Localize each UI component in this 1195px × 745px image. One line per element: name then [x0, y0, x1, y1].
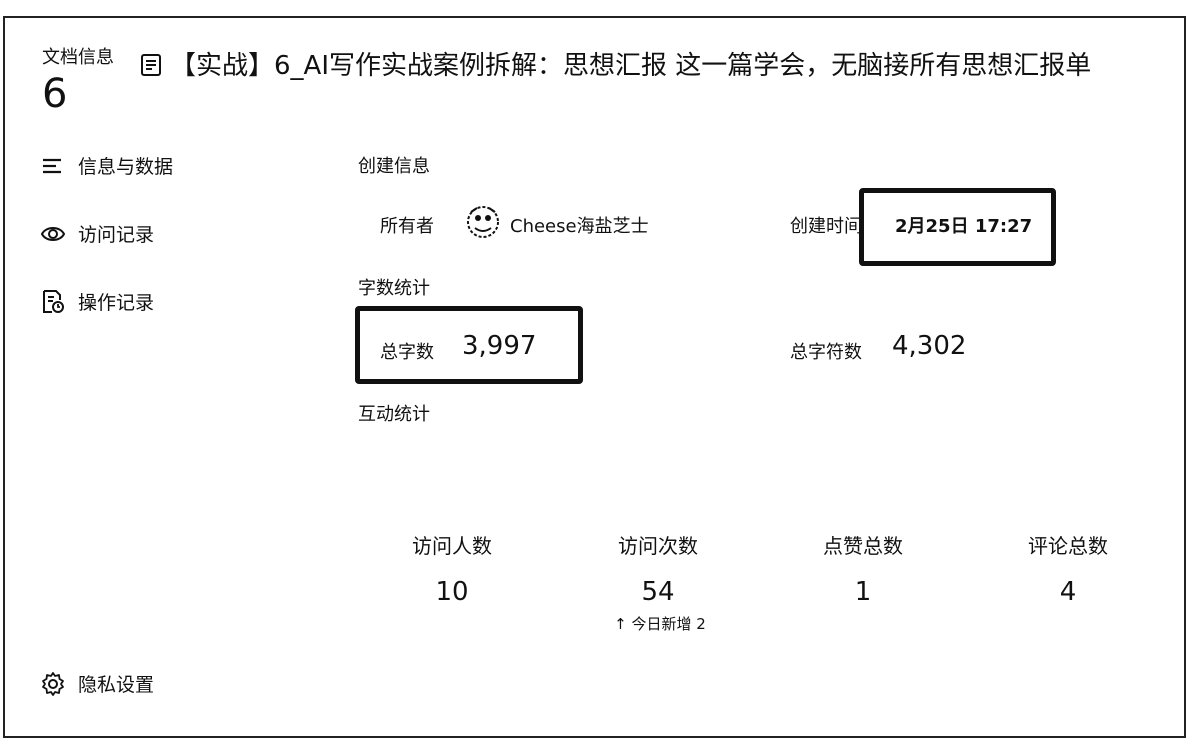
stat-total-likes: 点赞总数 1: [773, 530, 953, 607]
document-title: 【实战】6_AI写作实战案例拆解：思想汇报 这一篇学会，无脑接所有思想汇报单: [170, 51, 1092, 81]
owner-label: 所有者: [380, 216, 434, 237]
stat-value: 4: [1059, 577, 1077, 607]
created-time-label: 创建时间: [790, 216, 862, 237]
stat-value: 54: [641, 577, 675, 607]
stat-unique-visitors: 访问人数 10: [362, 530, 542, 607]
sidebar-item-info-data[interactable]: 信息与数据: [40, 152, 173, 179]
visits-today-delta: ↑ 今日新增 2: [614, 615, 706, 633]
dialog-number: 6: [42, 71, 68, 117]
stat-label: 评论总数: [1028, 534, 1108, 558]
owner-name[interactable]: Cheese海盐芝士: [510, 212, 649, 238]
highlight-box-created-time: [859, 188, 1056, 266]
stat-label: 点赞总数: [823, 534, 903, 558]
word-stats-heading: 字数统计: [358, 278, 430, 299]
history-doc-icon: [43, 289, 64, 313]
eye-icon: [40, 226, 66, 241]
sidebar-item-label: 操作记录: [78, 292, 155, 314]
create-info-heading: 创建信息: [358, 156, 430, 177]
privacy-settings-button[interactable]: 隐私设置: [40, 670, 154, 697]
total-chars-value: 4,302: [892, 331, 967, 361]
stat-total-visits: 访问次数 54: [568, 530, 748, 607]
highlight-box-total-words: [355, 306, 583, 384]
avatar: [467, 206, 499, 238]
stat-value: 1: [854, 577, 872, 607]
sidebar-item-label: 信息与数据: [78, 156, 174, 178]
document-icon: [141, 54, 161, 76]
list-icon: [43, 158, 61, 173]
gear-icon: [42, 671, 64, 696]
sidebar-item-label: 隐私设置: [78, 674, 155, 696]
stat-label: 访问人数: [412, 534, 492, 558]
sidebar-item-visit-records[interactable]: 访问记录: [40, 220, 154, 247]
stat-label: 访问次数: [618, 534, 698, 558]
interaction-heading: 互动统计: [358, 404, 430, 425]
stat-total-comments: 评论总数 4: [978, 530, 1158, 607]
dialog-title: 文档信息: [42, 47, 114, 68]
total-chars-label: 总字符数: [790, 342, 862, 363]
stat-value: 10: [435, 577, 469, 607]
sidebar-item-operation-records[interactable]: 操作记录: [40, 288, 154, 315]
sidebar-item-label: 访问记录: [78, 224, 155, 246]
